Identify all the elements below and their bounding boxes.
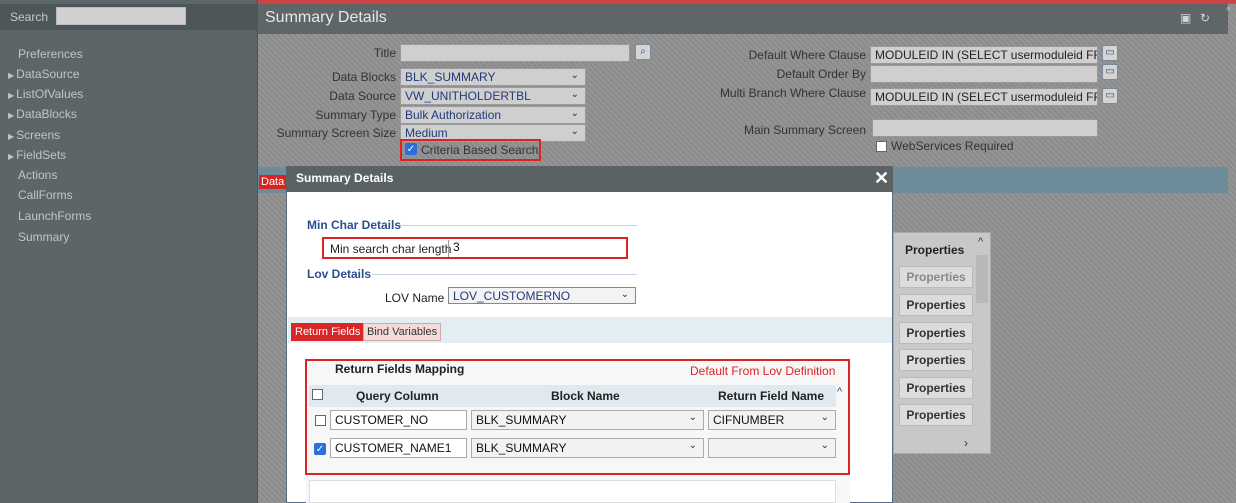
page-title: Summary Details — [265, 9, 387, 26]
block-name-select[interactable]: BLK_SUMMARY ⌄ — [471, 410, 704, 430]
close-icon[interactable]: ✕ — [874, 168, 889, 189]
dialog-title: Summary Details — [296, 171, 394, 185]
sidebar-item-datablocks[interactable]: ▶ DataBlocks — [8, 107, 77, 121]
lov-section-title: Lov Details — [307, 267, 372, 281]
webservices-label: WebServices Required — [891, 139, 1014, 153]
scroll-up-icon[interactable]: ^ — [1226, 6, 1236, 17]
sidebar-item-actions[interactable]: Actions — [18, 168, 57, 182]
window-icon[interactable]: ▣ — [1180, 11, 1194, 25]
min-search-input[interactable]: 3 — [448, 240, 624, 257]
select-all-checkbox[interactable] — [312, 389, 323, 400]
chevron-down-icon: ⌄ — [570, 70, 579, 81]
search-label: Search — [10, 10, 49, 24]
scroll-up-icon[interactable]: ^ — [978, 236, 983, 248]
main-summary-label: Main Summary Screen — [743, 123, 866, 137]
main-summary-field[interactable] — [872, 119, 1098, 137]
sidebar-item-screens[interactable]: ▶ Screens — [8, 128, 60, 142]
edit-bubble-icon[interactable]: ▭ — [1102, 64, 1118, 80]
order-by-label: Default Order By — [776, 67, 866, 81]
query-column-input[interactable]: CUSTOMER_NAME1 — [330, 438, 467, 458]
properties-button[interactable]: Properties — [899, 404, 973, 426]
query-column-input[interactable]: CUSTOMER_NO — [330, 410, 467, 430]
expand-arrow-icon: ▶ — [8, 152, 15, 161]
lov-name-select[interactable]: LOV_CUSTOMERNO ⌄ — [448, 287, 636, 304]
screen-size-label: Summary Screen Size — [276, 126, 396, 140]
sidebar-item-datasource[interactable]: ▶ DataSource — [8, 67, 80, 81]
column-header-return-field: Return Field Name — [718, 389, 825, 403]
default-lov-note: Default From Lov Definition — [690, 364, 836, 378]
vertical-scrollbar-thumb[interactable] — [976, 255, 988, 303]
mapping-title: Return Fields Mapping — [335, 362, 465, 376]
title-field[interactable] — [400, 44, 630, 62]
properties-button[interactable]: Properties — [899, 377, 973, 399]
section-divider — [372, 274, 637, 275]
chevron-down-icon: ⌄ — [820, 412, 829, 423]
edit-bubble-icon[interactable]: ▭ — [1102, 88, 1118, 104]
chevron-down-icon: ⌄ — [570, 89, 579, 100]
search-icon[interactable]: ⌕ — [635, 44, 651, 60]
min-char-section-title: Min Char Details — [307, 218, 402, 232]
tab-data[interactable]: Data — [259, 175, 287, 189]
where-clause-field[interactable]: MODULEID IN (SELECT usermoduleid FROM T — [870, 46, 1098, 64]
lov-name-label: LOV Name — [385, 291, 445, 305]
scroll-right-icon[interactable]: › — [964, 436, 968, 450]
chevron-down-icon: ⌄ — [570, 126, 579, 137]
return-field-select[interactable]: CIFNUMBER ⌄ — [708, 410, 836, 430]
sidebar-item-summary[interactable]: Summary — [18, 230, 69, 244]
scroll-up-icon[interactable]: ^ — [837, 386, 842, 398]
sidebar-item-fieldsets[interactable]: ▶ FieldSets — [8, 148, 66, 162]
order-by-field[interactable] — [870, 65, 1098, 83]
chevron-down-icon: ⌄ — [570, 108, 579, 119]
section-divider — [400, 225, 637, 226]
summary-type-label: Summary Type — [315, 108, 396, 122]
row-checkbox[interactable]: ✓ — [314, 443, 326, 455]
chevron-down-icon: ⌄ — [688, 440, 697, 451]
column-header-query: Query Column — [356, 389, 439, 403]
chevron-down-icon: ⌄ — [688, 412, 697, 423]
properties-header: Properties — [905, 243, 965, 257]
properties-button[interactable]: Properties — [899, 266, 973, 288]
properties-button[interactable]: Properties — [899, 322, 973, 344]
properties-button[interactable]: Properties — [899, 294, 973, 316]
data-blocks-label: Data Blocks — [331, 70, 396, 84]
return-field-select[interactable]: ⌄ — [708, 438, 836, 458]
tab-return-fields[interactable]: Return Fields — [291, 323, 365, 341]
chevron-down-icon: ⌄ — [620, 289, 629, 300]
where-clause-label: Default Where Clause — [748, 48, 866, 62]
min-search-label: Min search char length — [330, 242, 452, 256]
data-source-select[interactable]: VW_UNITHOLDERTBL ⌄ — [400, 87, 586, 105]
criteria-label: Criteria Based Search — [421, 143, 539, 157]
sidebar-item-launchforms[interactable]: LaunchForms — [18, 209, 91, 223]
criteria-checkbox[interactable]: ✓ — [405, 143, 417, 155]
multi-branch-field[interactable]: MODULEID IN (SELECT usermoduleid FROM T — [870, 88, 1098, 106]
summary-type-select[interactable]: Bulk Authorization ⌄ — [400, 106, 586, 124]
title-label: Title — [373, 46, 396, 60]
edit-bubble-icon[interactable]: ▭ — [1102, 45, 1118, 61]
block-name-select[interactable]: BLK_SUMMARY ⌄ — [471, 438, 704, 458]
properties-button[interactable]: Properties — [899, 349, 973, 371]
grid-footer — [309, 480, 836, 503]
expand-arrow-icon: ▶ — [8, 111, 15, 120]
expand-arrow-icon: ▶ — [8, 71, 15, 80]
page-header — [258, 4, 1228, 34]
tab-bind-variables[interactable]: Bind Variables — [363, 323, 442, 341]
refresh-icon[interactable]: ↻ — [1200, 11, 1214, 25]
webservices-checkbox[interactable] — [876, 141, 887, 152]
sidebar-item-listofvalues[interactable]: ▶ ListOfValues — [8, 87, 83, 101]
search-input[interactable] — [56, 7, 186, 25]
expand-arrow-icon: ▶ — [8, 132, 15, 141]
data-blocks-select[interactable]: BLK_SUMMARY ⌄ — [400, 68, 586, 86]
sidebar-item-preferences[interactable]: Preferences — [18, 47, 83, 61]
row-checkbox[interactable] — [315, 415, 326, 426]
column-header-block: Block Name — [551, 389, 620, 403]
multi-branch-label: Multi Branch Where Clause — [719, 86, 866, 100]
data-source-label: Data Source — [329, 89, 396, 103]
chevron-down-icon: ⌄ — [820, 440, 829, 451]
expand-arrow-icon: ▶ — [8, 91, 15, 100]
sidebar-item-callforms[interactable]: CallForms — [18, 188, 73, 202]
